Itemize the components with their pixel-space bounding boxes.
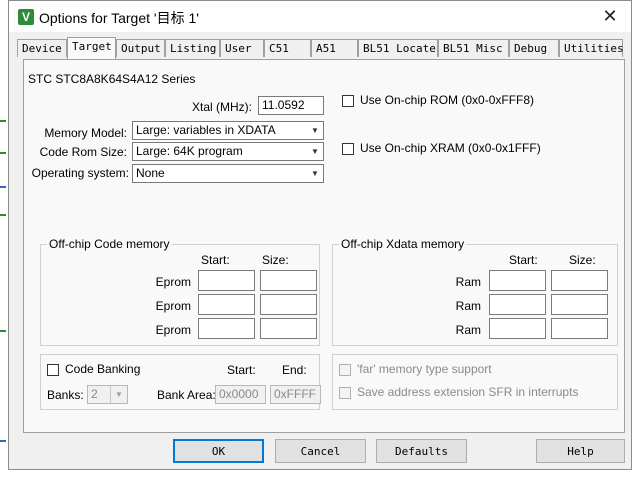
code-banking-group: Code Banking Start: End: Banks: 2 ▼ Bank… bbox=[40, 354, 321, 410]
code-rom-size-label: Code Rom Size: bbox=[39, 145, 127, 159]
device-name: STC STC8A8K64S4A12 Series bbox=[28, 72, 196, 86]
chevron-down-icon: ▼ bbox=[110, 386, 127, 403]
editor-marker bbox=[0, 186, 6, 188]
code-banking-label: Code Banking bbox=[65, 362, 141, 376]
banks-select[interactable]: 2 ▼ bbox=[87, 385, 128, 404]
code-rom-size-value: Large: 64K program bbox=[136, 144, 243, 158]
chevron-down-icon: ▼ bbox=[311, 169, 319, 178]
tab-debug[interactable]: Debug bbox=[509, 39, 559, 57]
editor-marker bbox=[0, 152, 6, 154]
tab-bl51-misc[interactable]: BL51 Misc bbox=[438, 39, 509, 57]
tab-c51[interactable]: C51 bbox=[264, 39, 311, 57]
eprom-start-input[interactable] bbox=[198, 270, 255, 291]
memory-model-value: Large: variables in XDATA bbox=[136, 123, 276, 137]
offchip-code-group: Off-chip Code memory Start: Size: Eprom … bbox=[40, 237, 320, 346]
ram-size-input[interactable] bbox=[551, 294, 608, 315]
os-value: None bbox=[136, 166, 165, 180]
code-rom-size-select[interactable]: Large: 64K program ▼ bbox=[132, 142, 324, 161]
keil-uvision-icon: V bbox=[18, 9, 34, 25]
bank-start-header: Start: bbox=[227, 363, 256, 377]
ram-label: Ram bbox=[455, 275, 481, 289]
target-panel: STC STC8A8K64S4A12 Series Xtal (MHz): 11… bbox=[23, 59, 625, 433]
memory-model-select[interactable]: Large: variables in XDATA ▼ bbox=[132, 121, 324, 140]
ram-start-input[interactable] bbox=[489, 294, 546, 315]
eprom-label: Eprom bbox=[155, 275, 191, 289]
far-options-group: 'far' memory type support Save address e… bbox=[332, 354, 618, 410]
chevron-down-icon: ▼ bbox=[311, 147, 319, 156]
eprom-start-input[interactable] bbox=[198, 318, 255, 339]
tab-bl51-locate[interactable]: BL51 Locate bbox=[358, 39, 438, 57]
eprom-label: Eprom bbox=[155, 299, 191, 313]
editor-marker bbox=[0, 330, 6, 332]
use-onchip-rom-checkbox[interactable] bbox=[342, 95, 354, 107]
close-icon[interactable]: ✕ bbox=[597, 5, 623, 27]
save-ext-sfr-checkbox[interactable] bbox=[339, 387, 351, 399]
dialog-title: Options for Target '目标 1' bbox=[39, 10, 199, 26]
far-memory-checkbox[interactable] bbox=[339, 364, 351, 376]
eprom-label: Eprom bbox=[155, 323, 191, 337]
xtal-label: Xtal (MHz): bbox=[192, 100, 252, 114]
chevron-down-icon: ▼ bbox=[311, 126, 319, 135]
bank-end-input[interactable]: 0xFFFF bbox=[270, 385, 321, 404]
eprom-start-input[interactable] bbox=[198, 294, 255, 315]
bank-start-input[interactable]: 0x0000 bbox=[215, 385, 266, 404]
ok-button[interactable]: OK bbox=[173, 439, 264, 463]
bank-end-header: End: bbox=[282, 363, 307, 377]
tab-output[interactable]: Output bbox=[116, 39, 165, 57]
cancel-button[interactable]: Cancel bbox=[275, 439, 366, 463]
offchip-xdata-group: Off-chip Xdata memory Start: Size: Ram R… bbox=[332, 237, 618, 346]
defaults-button[interactable]: Defaults bbox=[376, 439, 467, 463]
xdata-start-header: Start: bbox=[509, 253, 538, 267]
options-dialog: V Options for Target '目标 1' ✕ Device Tar… bbox=[8, 0, 632, 470]
xdata-size-header: Size: bbox=[569, 253, 596, 267]
background-editor-strip bbox=[0, 0, 8, 477]
code-banking-checkbox[interactable] bbox=[47, 364, 59, 376]
banks-label: Banks: bbox=[47, 388, 84, 402]
ram-size-input[interactable] bbox=[551, 318, 608, 339]
tab-listing[interactable]: Listing bbox=[165, 39, 220, 57]
ram-size-input[interactable] bbox=[551, 270, 608, 291]
editor-marker bbox=[0, 214, 6, 216]
offchip-xdata-title: Off-chip Xdata memory bbox=[339, 237, 467, 251]
eprom-size-input[interactable] bbox=[260, 270, 317, 291]
tab-utilities[interactable]: Utilities bbox=[559, 39, 624, 57]
ram-label: Ram bbox=[455, 323, 481, 337]
code-size-header: Size: bbox=[262, 253, 289, 267]
os-label: Operating system: bbox=[31, 166, 129, 180]
banks-value: 2 bbox=[91, 387, 98, 401]
ram-start-input[interactable] bbox=[489, 270, 546, 291]
editor-marker bbox=[0, 440, 6, 442]
use-onchip-rom-label: Use On-chip ROM (0x0-0xFFF8) bbox=[360, 93, 535, 107]
use-onchip-xram-checkbox[interactable] bbox=[342, 143, 354, 155]
offchip-code-title: Off-chip Code memory bbox=[47, 237, 172, 251]
code-start-header: Start: bbox=[201, 253, 230, 267]
ram-label: Ram bbox=[455, 299, 481, 313]
tab-target[interactable]: Target bbox=[67, 37, 116, 59]
use-onchip-xram-label: Use On-chip XRAM (0x0-0x1FFF) bbox=[360, 141, 541, 155]
tab-a51[interactable]: A51 bbox=[311, 39, 358, 57]
far-memory-label: 'far' memory type support bbox=[357, 362, 492, 376]
help-button[interactable]: Help bbox=[536, 439, 625, 463]
xtal-input[interactable]: 11.0592 bbox=[258, 96, 324, 115]
title-bar[interactable]: V Options for Target '目标 1' ✕ bbox=[9, 1, 631, 32]
eprom-size-input[interactable] bbox=[260, 318, 317, 339]
editor-marker bbox=[0, 120, 6, 122]
tab-user[interactable]: User bbox=[220, 39, 264, 57]
os-select[interactable]: None ▼ bbox=[132, 164, 324, 183]
save-ext-sfr-label: Save address extension SFR in interrupts bbox=[357, 385, 579, 399]
memory-model-label: Memory Model: bbox=[44, 126, 127, 140]
ram-start-input[interactable] bbox=[489, 318, 546, 339]
bank-area-label: Bank Area: bbox=[157, 388, 216, 402]
tab-device[interactable]: Device bbox=[17, 39, 67, 57]
eprom-size-input[interactable] bbox=[260, 294, 317, 315]
